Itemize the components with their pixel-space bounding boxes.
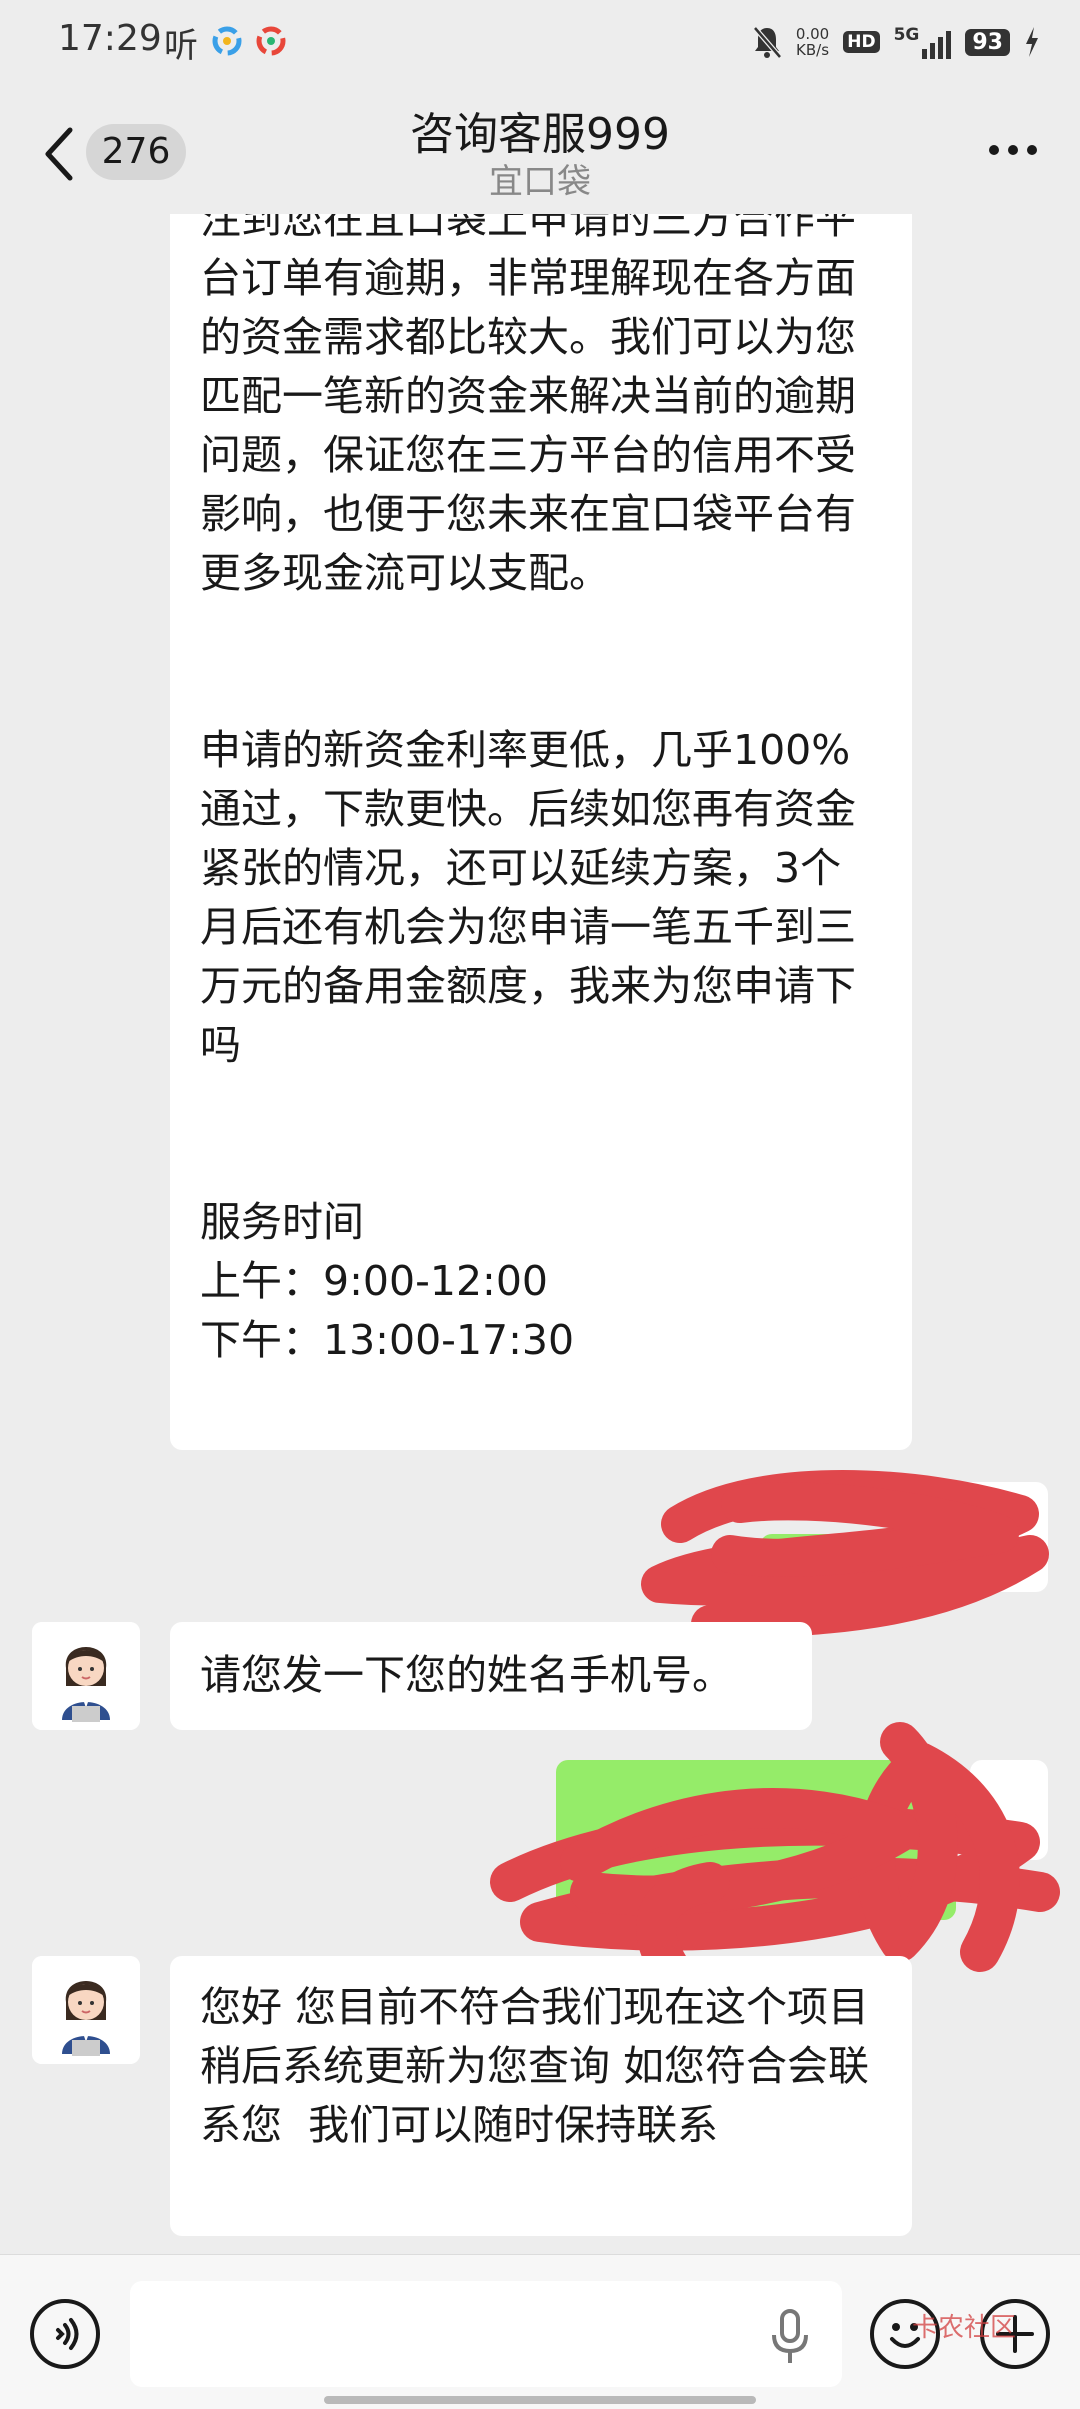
app-notification-icon [212, 26, 242, 56]
status-right-group: 0.00 KB/s HD 5G 93 [752, 22, 1040, 62]
status-bar: 17:29 听 0.00 KB/s HD 5G 93 [0, 0, 1080, 84]
status-listen-label: 听 [164, 26, 198, 66]
message-paragraph: 注到您在宜口袋上申请的三方合作平台订单有逾期，非常理解现在各方面的资金需求都比较… [200, 214, 856, 597]
network-speed: 0.00 KB/s [796, 26, 829, 58]
agent-avatar-icon [32, 1956, 140, 2064]
message-text: 您好 您目前不符合我们现在这个项目 稍后系统更新为您查询 如您符合会联系您 我们… [200, 1983, 896, 2149]
message-bubble-received[interactable]: 注到您在宜口袋上申请的三方合作平台订单有逾期，非常理解现在各方面的资金需求都比较… [170, 214, 912, 1450]
battery-level: 93 [965, 28, 1010, 56]
app-notification-icon-2 [256, 26, 286, 56]
chat-subtitle: 宜口袋 [489, 162, 591, 202]
avatar[interactable] [32, 1956, 140, 2064]
network-type: 5G [893, 25, 920, 45]
redaction-scribble [490, 1722, 1060, 2002]
message-bubble-received[interactable]: 您好 您目前不符合我们现在这个项目 稍后系统更新为您查询 如您符合会联系您 我们… [170, 1956, 912, 2236]
chat-header: 276 咨询客服999 宜口袋 [0, 84, 1080, 214]
watermark: 卡农社区 [912, 2313, 1017, 2343]
home-indicator[interactable] [324, 2396, 756, 2404]
mute-bell-icon [752, 26, 782, 59]
chat-title: 咨询客服999 [410, 109, 670, 160]
agent-avatar-icon [32, 1622, 140, 1730]
speed-value: 0.00 [795, 25, 830, 43]
charging-bolt-icon [1026, 27, 1038, 57]
signal-icon: 5G [894, 25, 952, 59]
message-input[interactable] [130, 2281, 842, 2387]
service-hours-morning: 上午：9:00-12:00 [200, 1257, 549, 1305]
mic-icon[interactable] [770, 2309, 810, 2365]
input-bar: 卡农社区 [0, 2254, 1080, 2409]
message-paragraph-blank [200, 1075, 882, 1193]
hd-badge: HD [843, 31, 880, 53]
message-list[interactable]: 注到您在宜口袋上申请的三方合作平台订单有逾期，非常理解现在各方面的资金需求都比较… [0, 214, 1080, 2254]
avatar[interactable] [32, 1622, 140, 1730]
message-paragraph: 申请的新资金利率更低，几乎100%通过，下款更快。后续如您再有资金紧张的情况，还… [200, 726, 856, 1069]
service-hours-afternoon: 下午：13:00-17:30 [200, 1316, 575, 1364]
service-hours-title: 服务时间 [200, 1198, 364, 1246]
status-time: 17:29 [58, 18, 162, 59]
voice-icon [56, 2318, 79, 2350]
message-paragraph-blank [200, 603, 882, 721]
more-icon[interactable] [988, 144, 1038, 156]
speed-unit: KB/s [796, 41, 830, 59]
voice-button[interactable] [30, 2299, 100, 2369]
